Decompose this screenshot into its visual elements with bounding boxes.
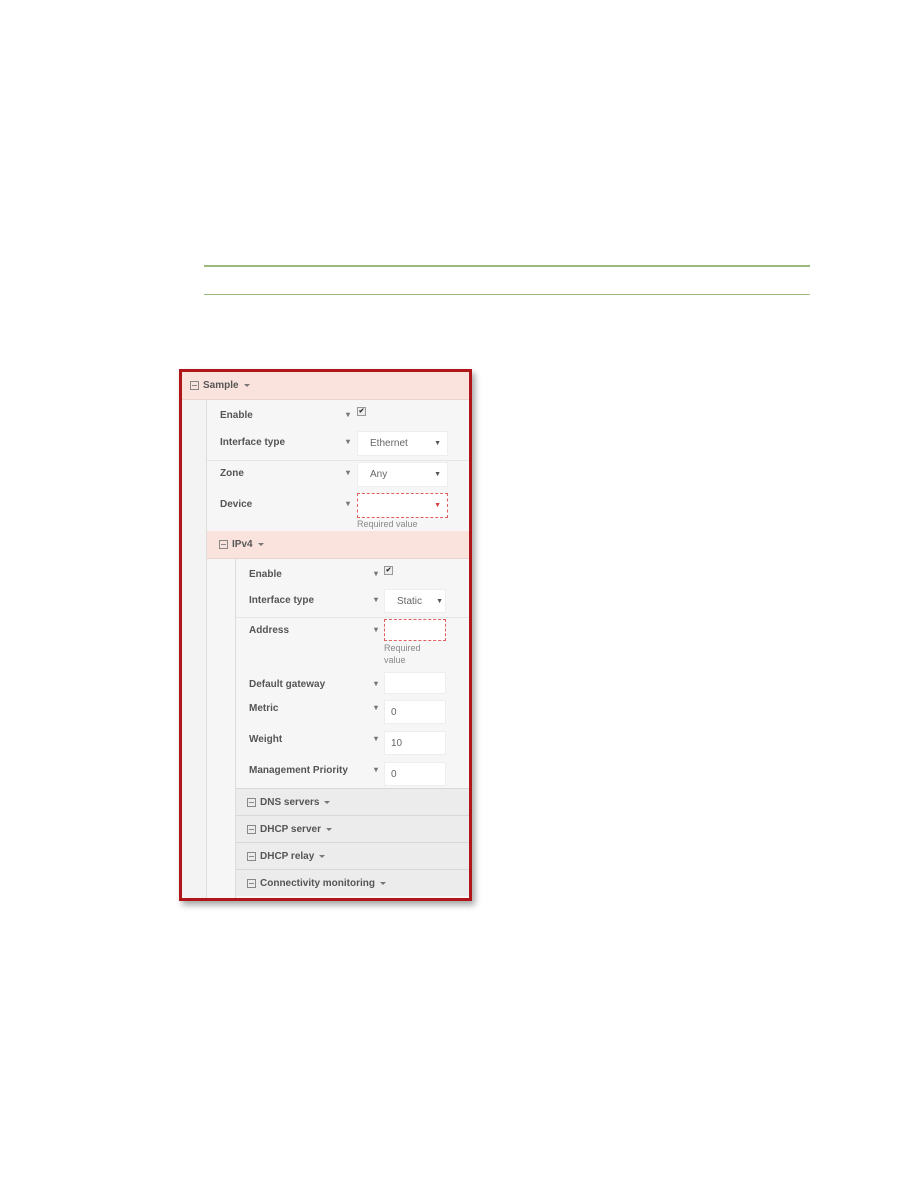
dropdown-icon[interactable]: ▾	[374, 595, 378, 604]
bottom-rule	[204, 294, 810, 295]
metric-input[interactable]: 0	[384, 700, 446, 724]
field-label: Default gateway	[249, 679, 326, 690]
field-row: Enable ▾ ✔	[236, 559, 469, 587]
select-value: Any	[370, 469, 388, 480]
dropdown-icon[interactable]: ▾	[374, 734, 378, 743]
field-row: Address ▾ Required value	[236, 617, 469, 672]
field-label: Zone	[220, 468, 244, 479]
required-error: Required value	[384, 643, 421, 665]
ipv4-body: Enable ▾ ✔ Interface type ▾ Static ▼ Add…	[235, 559, 469, 898]
select-arrow-icon: ▼	[434, 440, 441, 447]
field-row: Interface type ▾ Ethernet ▼	[207, 428, 469, 460]
enable-checkbox[interactable]: ✔	[384, 566, 393, 575]
field-label: Enable	[220, 410, 253, 421]
field-row: Zone ▾ Any ▼	[207, 460, 469, 491]
field-label: Weight	[249, 734, 283, 745]
input-value: 0	[391, 768, 397, 780]
required-error: Required value	[357, 519, 418, 529]
field-row: Management Priority ▾ 0	[236, 759, 469, 788]
section-title: DHCP server	[260, 823, 321, 835]
dropdown-icon[interactable]: ▾	[374, 625, 378, 634]
zone-select[interactable]: Any ▼	[357, 462, 448, 487]
section-title: DHCP relay	[260, 850, 315, 862]
field-label: Enable	[249, 569, 282, 580]
field-label: Address	[249, 625, 290, 636]
field-row: Interface type ▾ Static ▼	[236, 587, 469, 617]
config-panel: Sample Enable ▾ ✔ Interface type ▾ Ether…	[179, 369, 472, 901]
section-dhcp-server[interactable]: DHCP server	[236, 815, 469, 842]
dropdown-icon[interactable]: ▾	[346, 437, 350, 446]
dropdown-icon[interactable]: ▾	[346, 410, 350, 419]
section-title: Sample	[203, 380, 239, 391]
section-connectivity-monitoring[interactable]: Connectivity monitoring	[236, 869, 469, 896]
field-row: Enable ▾ ✔	[207, 400, 469, 428]
dropdown-icon[interactable]: ▾	[374, 569, 378, 578]
dropdown-icon[interactable]: ▾	[374, 703, 378, 712]
select-value: Ethernet	[370, 438, 408, 449]
collapse-icon[interactable]	[190, 381, 199, 390]
expand-icon[interactable]	[247, 824, 256, 834]
dropdown-icon[interactable]: ▾	[374, 765, 378, 774]
input-value: 10	[391, 737, 403, 749]
input-value: 0	[391, 706, 397, 718]
caret-down-icon[interactable]	[257, 543, 264, 546]
section-title: IPv4	[232, 539, 253, 550]
dropdown-icon[interactable]: ▾	[374, 679, 378, 688]
field-label: Device	[220, 499, 253, 510]
field-row: Default gateway ▾	[236, 672, 469, 698]
caret-down-icon[interactable]	[380, 881, 386, 885]
weight-input[interactable]: 10	[384, 731, 446, 755]
field-label: Interface type	[249, 595, 315, 606]
select-arrow-icon: ▼	[434, 471, 441, 478]
sample-body: Enable ▾ ✔ Interface type ▾ Ethernet ▼ Z…	[206, 400, 469, 898]
section-title: Connectivity monitoring	[260, 877, 375, 889]
field-row: Weight ▾ 10	[236, 728, 469, 759]
field-label: Management Priority	[249, 765, 348, 776]
top-rule	[204, 265, 810, 267]
select-value: Static	[397, 595, 423, 607]
address-input[interactable]	[384, 619, 446, 641]
field-row: Device ▾ ▼ Required value	[207, 491, 469, 530]
field-label: Interface type	[220, 437, 286, 448]
collapse-icon[interactable]	[219, 540, 228, 549]
ipv4-interface-type-select[interactable]: Static ▼	[384, 589, 446, 613]
section-header-ipv4[interactable]: IPv4	[207, 531, 469, 559]
caret-down-icon[interactable]	[319, 854, 326, 858]
management-priority-input[interactable]: 0	[384, 762, 446, 786]
expand-icon[interactable]	[247, 797, 256, 807]
device-select[interactable]: ▼	[357, 493, 448, 518]
enable-checkbox[interactable]: ✔	[357, 407, 366, 416]
expand-icon[interactable]	[247, 851, 256, 861]
field-row: Metric ▾ 0	[236, 698, 469, 728]
dropdown-icon[interactable]: ▾	[346, 468, 350, 477]
default-gateway-input[interactable]	[384, 672, 446, 694]
section-dhcp-relay[interactable]: DHCP relay	[236, 842, 469, 869]
section-title: DNS servers	[260, 796, 320, 808]
expand-icon[interactable]	[247, 878, 256, 888]
caret-down-icon[interactable]	[324, 800, 331, 804]
select-arrow-icon: ▼	[434, 502, 441, 509]
section-dns-servers[interactable]: DNS servers	[236, 788, 469, 815]
select-arrow-icon: ▼	[436, 597, 443, 605]
dropdown-icon[interactable]: ▾	[346, 499, 350, 508]
caret-down-icon[interactable]	[243, 384, 250, 387]
field-label: Metric	[249, 703, 279, 714]
caret-down-icon[interactable]	[325, 827, 332, 831]
section-header-sample[interactable]: Sample	[182, 372, 469, 400]
interface-type-select[interactable]: Ethernet ▼	[357, 431, 448, 456]
